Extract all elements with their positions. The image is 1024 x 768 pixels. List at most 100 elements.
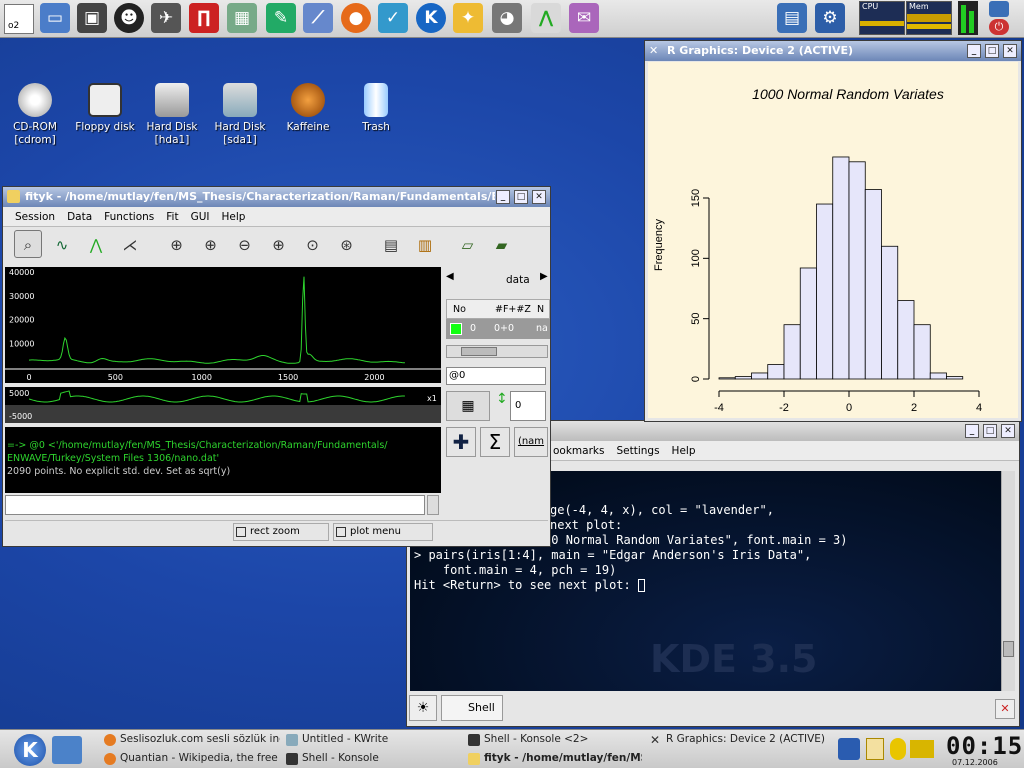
task-r-graphics[interactable]: ✕ R Graphics: Device 2 (ACTIVE) <box>648 731 830 748</box>
open-file-icon[interactable]: ▱ <box>454 231 482 259</box>
r-graphics-titlebar[interactable]: ✕ R Graphics: Device 2 (ACTIVE) _ □ ✕ <box>645 41 1021 61</box>
open-script-icon[interactable]: ▰ <box>488 231 516 259</box>
gimp-icon[interactable]: ◕ <box>492 3 522 33</box>
next-tab-icon[interactable]: ▶ <box>540 271 548 282</box>
zoom-vertical-icon[interactable]: ⊕ <box>197 231 225 259</box>
desktop-icon-trash[interactable]: Trash <box>341 83 411 134</box>
menu-fit[interactable]: Fit <box>160 211 184 223</box>
clipboard-tray-icon[interactable] <box>866 738 884 760</box>
zoom-out-icon[interactable]: ⊖ <box>231 231 259 259</box>
plot-menu-indicator[interactable]: plot menu <box>333 523 433 541</box>
menu-settings[interactable]: Settings <box>610 445 665 457</box>
minimize-button[interactable]: _ <box>967 44 981 58</box>
task-seslisozluk[interactable]: Seslisozluk.com sesli sözlük ingil <box>102 731 280 748</box>
show-desktop-icon[interactable] <box>52 736 82 764</box>
office-icon[interactable]: ✓ <box>378 3 408 33</box>
residual-plot[interactable]: 5000 -5000 x1 <box>5 387 441 423</box>
maximize-button[interactable]: □ <box>985 44 999 58</box>
task-fityk[interactable]: fityk - /home/mutlay/fen/MS <box>466 750 642 767</box>
close-button[interactable]: ✕ <box>532 190 546 204</box>
zoom-prev-icon[interactable]: ⊛ <box>333 231 361 259</box>
zoom-mode-icon[interactable]: ⌕ <box>14 230 42 258</box>
close-button[interactable]: ✕ <box>1001 424 1015 438</box>
spectrum-plot[interactable]: 40000 30000 20000 10000 0 500 1000 1500 2000 <box>5 267 441 383</box>
menu-gui[interactable]: GUI <box>185 211 216 223</box>
network-tray-icon[interactable] <box>838 738 860 760</box>
add-peak-icon[interactable]: ⋀ <box>82 231 110 259</box>
terminal-scrollbar[interactable] <box>1001 471 1015 691</box>
close-session-icon[interactable]: ✕ <box>995 699 1015 719</box>
task-konsole-2[interactable]: Shell - Konsole <2> <box>466 731 642 748</box>
task-kwrite[interactable]: Untitled - KWrite <box>284 731 460 748</box>
dataset-color-swatch[interactable] <box>450 323 462 335</box>
task-konsole[interactable]: Shell - Konsole <box>284 750 460 767</box>
show-desktop-icon[interactable]: ▭ <box>40 3 70 33</box>
command-input[interactable] <box>5 495 425 515</box>
firefox-icon[interactable]: ● <box>341 3 371 33</box>
network-icon[interactable]: ▤ <box>777 3 807 33</box>
plot-icon[interactable]: ⋀ <box>531 3 561 33</box>
desktop-icon-kaffeine[interactable]: Kaffeine <box>273 83 343 134</box>
color-picker-icon[interactable]: ▦ <box>446 391 490 421</box>
desktop-icon-floppy[interactable]: Floppy disk <box>70 83 140 134</box>
menu-functions[interactable]: Functions <box>98 211 160 223</box>
tux-paint-icon[interactable]: ✦ <box>453 3 483 33</box>
command-history-arrow[interactable] <box>427 495 439 515</box>
desktop-pager[interactable]: o2 <box>4 4 34 34</box>
task-quantian[interactable]: Quantian - Wikipedia, the free e <box>102 750 280 767</box>
kde-menu-icon[interactable]: K <box>14 734 46 766</box>
fityk-titlebar[interactable]: fityk - /home/mutlay/fen/MS_Thesis/Chara… <box>3 187 550 207</box>
calculator-icon[interactable]: ▦ <box>227 3 257 33</box>
menu-bookmarks[interactable]: ookmarks <box>547 445 610 457</box>
settings-icon[interactable]: ⚙ <box>815 3 845 33</box>
konqueror-icon[interactable]: K <box>416 3 446 33</box>
minimize-button[interactable]: _ <box>965 424 979 438</box>
menu-help[interactable]: Help <box>666 445 702 457</box>
menu-help[interactable]: Help <box>216 211 252 223</box>
gnuplot-icon[interactable]: ✈ <box>151 3 181 33</box>
export-icon[interactable]: ▤ <box>377 231 405 259</box>
side-hscrollbar[interactable] <box>446 345 548 358</box>
col-fz[interactable]: #F+#Z <box>495 304 531 315</box>
lock-icon[interactable] <box>989 1 1009 17</box>
minimize-button[interactable]: _ <box>496 190 510 204</box>
zoom-up-icon[interactable]: ⊙ <box>299 231 327 259</box>
name-button[interactable]: (nam <box>514 427 548 457</box>
maximize-button[interactable]: □ <box>983 424 997 438</box>
terminal-icon[interactable]: ▣ <box>77 3 107 33</box>
peak-mode-icon[interactable]: ∿ <box>48 231 76 259</box>
mathematics-icon[interactable]: ∏ <box>189 3 219 33</box>
ruler-icon[interactable]: ⟋ <box>303 3 333 33</box>
tux-icon[interactable]: ☻ <box>114 3 144 33</box>
range-mode-icon[interactable]: ⋌ <box>116 231 144 259</box>
mail-icon[interactable]: ✉ <box>569 3 599 33</box>
data-tab-label[interactable]: data <box>506 274 530 286</box>
rect-zoom-indicator[interactable]: rect zoom <box>233 523 329 541</box>
key-tray-icon[interactable] <box>910 740 934 758</box>
maximize-button[interactable]: □ <box>514 190 528 204</box>
editor-icon[interactable]: ✎ <box>266 3 296 33</box>
menu-data[interactable]: Data <box>61 211 98 223</box>
zoom-all-icon[interactable]: ⊕ <box>163 231 191 259</box>
x11-icon: ✕ <box>650 733 661 747</box>
col-no[interactable]: No <box>453 304 466 315</box>
fit-icon[interactable]: ▥ <box>411 231 439 259</box>
col-n[interactable]: N <box>537 304 544 315</box>
dataset-select[interactable]: @0 <box>446 367 546 385</box>
logout-icon[interactable]: ⏻ <box>989 19 1009 35</box>
sum-icon[interactable]: Σ <box>480 427 510 457</box>
clock[interactable]: 00:15 <box>946 732 1022 760</box>
new-session-icon[interactable]: ☀ <box>409 695 437 721</box>
desktop-icon-hda1[interactable]: Hard Disk [hda1] <box>137 83 207 147</box>
power-tray-icon[interactable] <box>890 738 906 760</box>
dataset-row[interactable]: 0 0+0 na <box>446 319 550 339</box>
prev-tab-icon[interactable]: ◀ <box>446 271 458 289</box>
zoom-in-icon[interactable]: ⊕ <box>265 231 293 259</box>
width-spinner[interactable]: 0 <box>510 391 546 421</box>
desktop-icon-sda1[interactable]: Hard Disk [sda1] <box>205 83 275 147</box>
tab-shell[interactable]: Shell <box>441 695 503 721</box>
close-button[interactable]: ✕ <box>1003 44 1017 58</box>
desktop-icon-cdrom[interactable]: CD-ROM [cdrom] <box>0 83 70 147</box>
add-function-icon[interactable]: ✚ <box>446 427 476 457</box>
menu-session[interactable]: Session <box>9 211 61 223</box>
